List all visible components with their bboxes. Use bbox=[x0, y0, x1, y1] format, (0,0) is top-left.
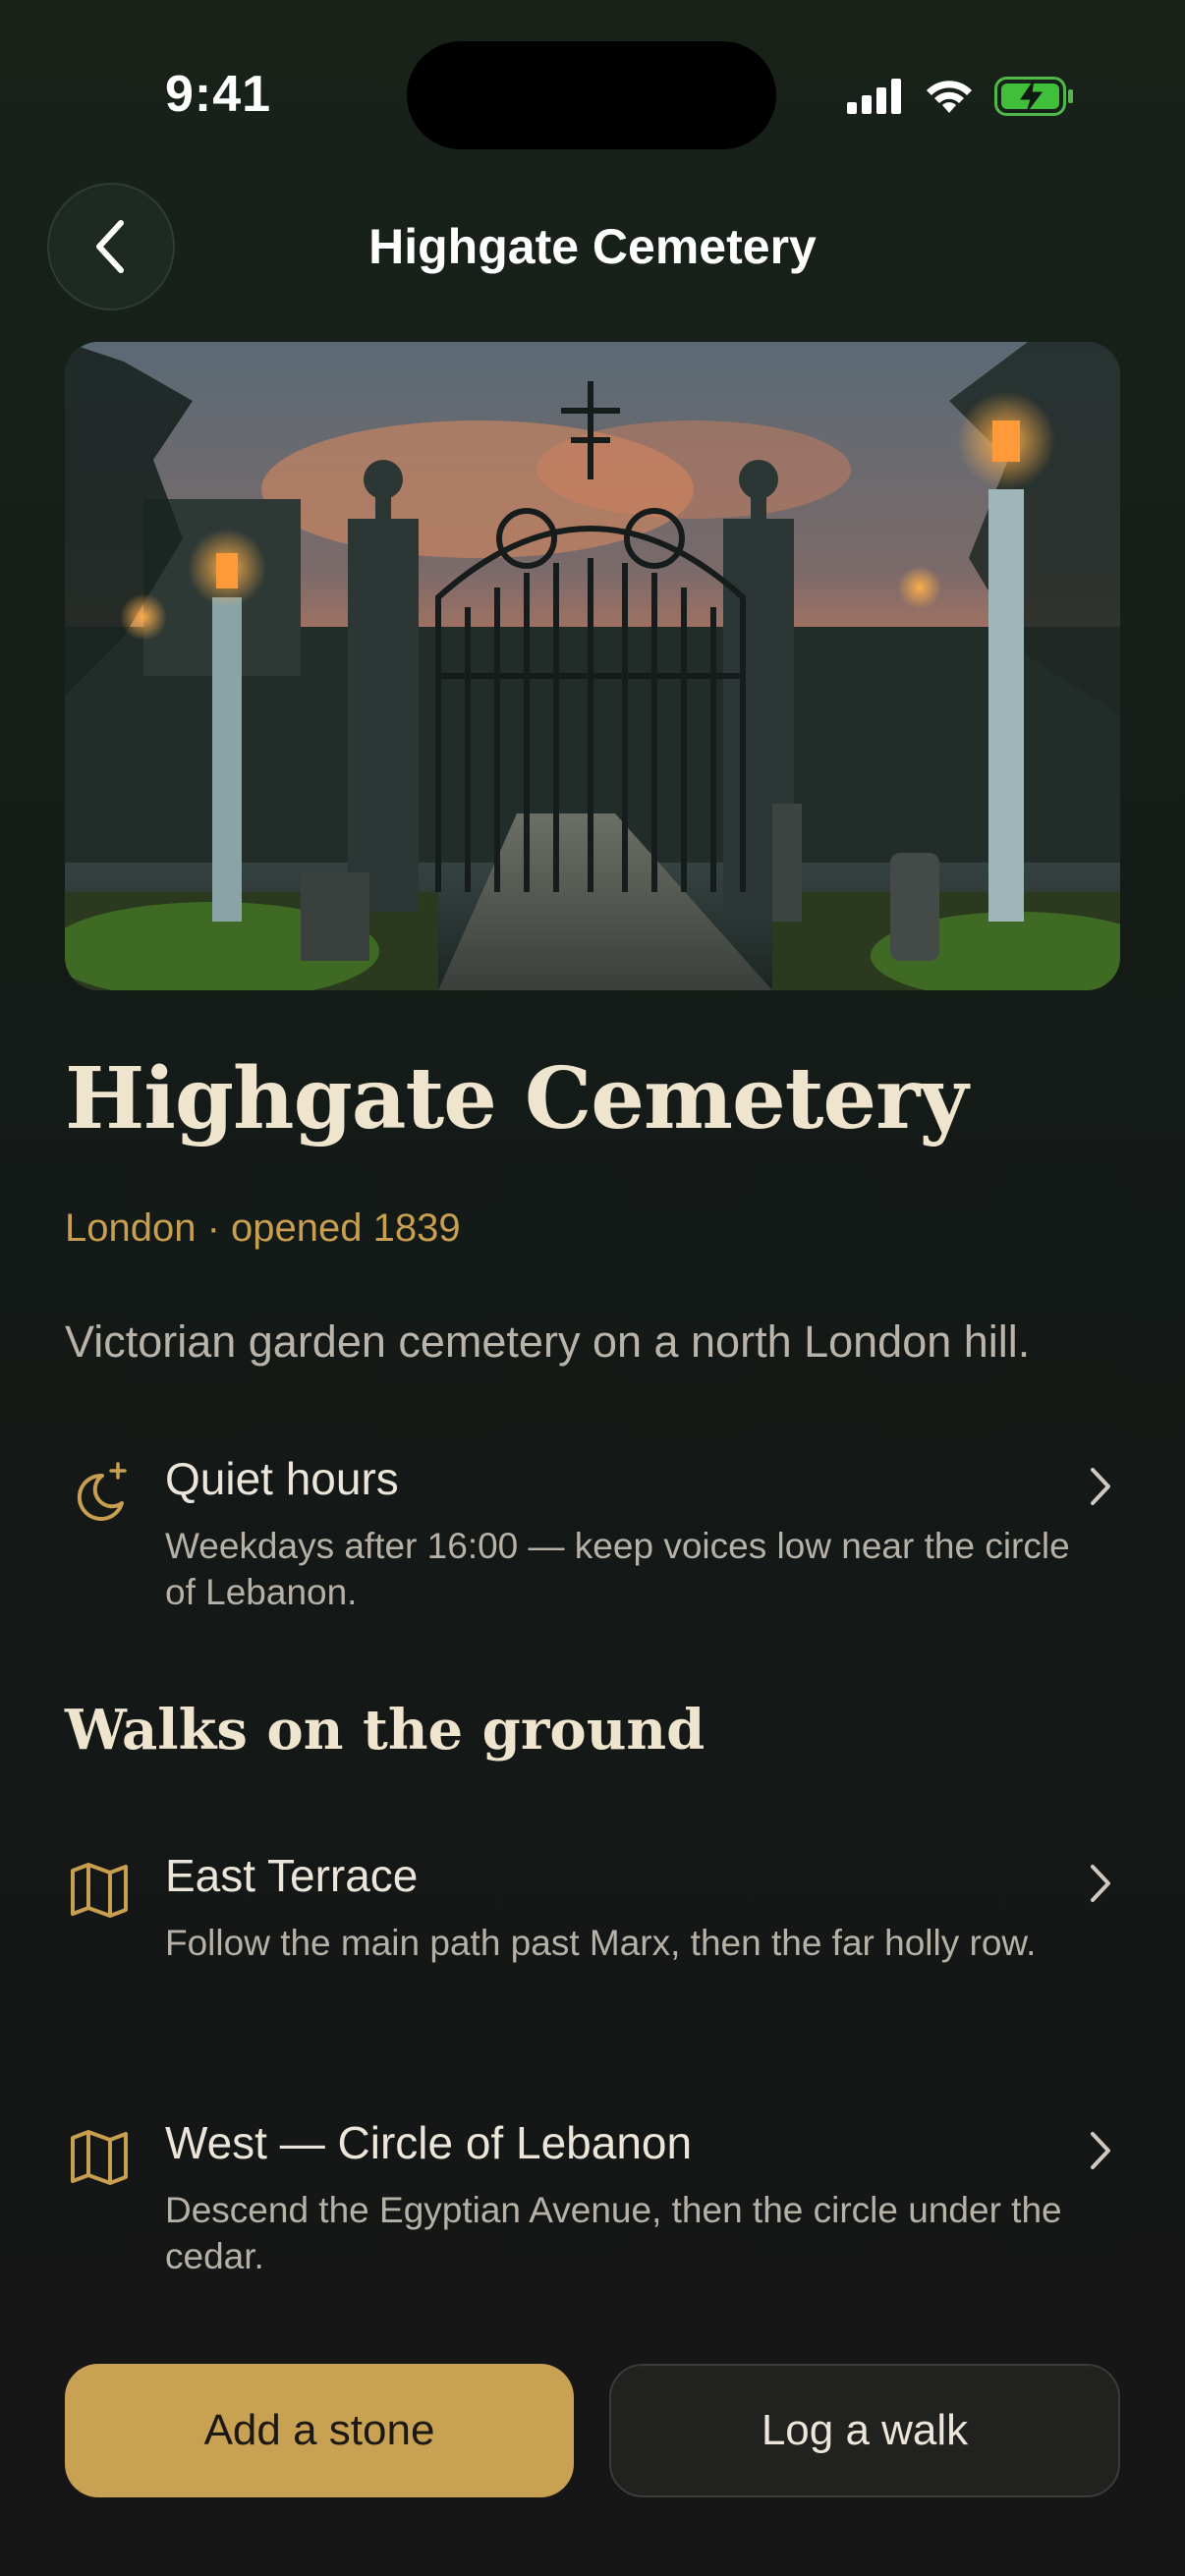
place-description: Victorian garden cemetery on a north Lon… bbox=[65, 1316, 1031, 1367]
walk-item-east-terrace[interactable]: East Terrace Follow the main path past M… bbox=[65, 1849, 1120, 2016]
moon-sparkle-icon bbox=[77, 1462, 127, 1521]
walk-title: East Terrace bbox=[165, 1850, 419, 1901]
battery-charging-icon bbox=[994, 77, 1073, 116]
walk-title: West — Circle of Lebanon bbox=[165, 2117, 693, 2168]
place-subtitle: London · opened 1839 bbox=[65, 1206, 461, 1250]
dynamic-island bbox=[407, 41, 776, 149]
map-icon bbox=[71, 2130, 128, 2185]
chevron-right-icon bbox=[1091, 1865, 1110, 1902]
status-time: 9:41 bbox=[165, 66, 272, 123]
log-walk-button[interactable]: Log a walk bbox=[609, 2364, 1120, 2497]
place-title: Highgate Cemetery bbox=[65, 1049, 968, 1148]
walk-item-west-circle[interactable]: West — Circle of Lebanon Descend the Egy… bbox=[65, 2116, 1120, 2283]
nav-title: Highgate Cemetery bbox=[368, 219, 817, 274]
wifi-icon bbox=[927, 81, 972, 113]
walk-text: Descend the Egyptian Avenue, then the ci… bbox=[165, 2190, 1062, 2276]
map-icon bbox=[71, 1863, 128, 1918]
chevron-right-icon bbox=[1091, 2132, 1110, 2169]
quiet-hours-title: Quiet hours bbox=[165, 1453, 399, 1504]
signal-icon bbox=[847, 79, 901, 114]
walks-heading: Walks on the ground bbox=[65, 1698, 705, 1763]
hero-image bbox=[65, 342, 1120, 990]
walk-text: Follow the main path past Marx, then the… bbox=[165, 1923, 1037, 1963]
chevron-right-icon bbox=[1091, 1468, 1110, 1505]
status-icons bbox=[847, 75, 1075, 118]
add-stone-button[interactable]: Add a stone bbox=[65, 2364, 574, 2497]
quiet-hours-text: Weekdays after 16:00 — keep voices low n… bbox=[165, 1526, 1070, 1612]
quiet-hours-row[interactable]: Quiet hours Weekdays after 16:00 — keep … bbox=[65, 1452, 1120, 1619]
